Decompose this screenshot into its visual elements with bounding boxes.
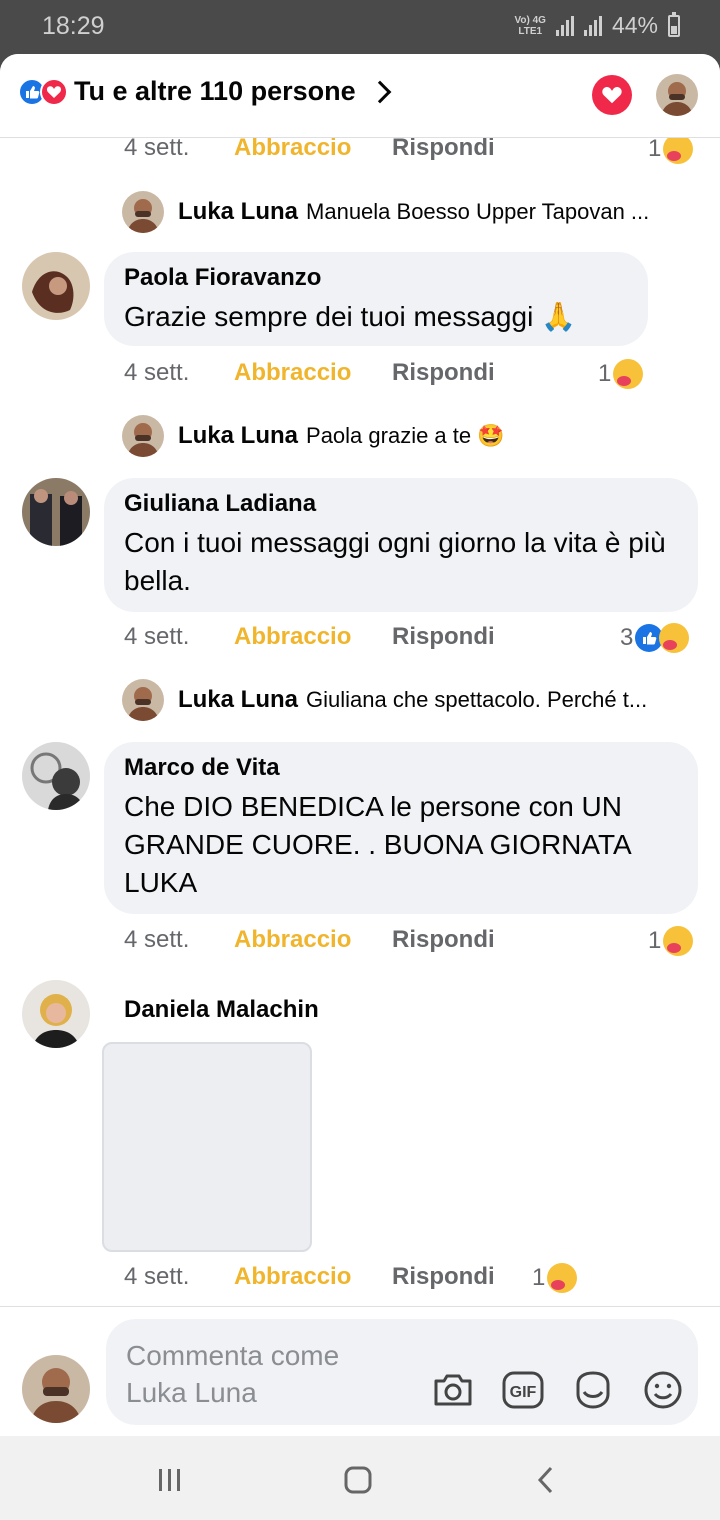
home-icon (344, 1466, 372, 1494)
reply-author: Luka Luna (178, 686, 299, 713)
status-bar: 18:29 Vo) 4G LTE1 44% (0, 0, 720, 54)
reply-text: Giuliana che spettacolo. Perché t... (306, 687, 648, 712)
comment-time: 4 sett. (124, 1263, 190, 1290)
hug-button[interactable]: Abbraccio (234, 926, 351, 954)
hug-button[interactable]: Abbraccio (234, 623, 351, 651)
screen: 18:29 Vo) 4G LTE1 44% Tu e altre 110 per… (0, 0, 720, 1520)
profile-avatar[interactable] (656, 74, 698, 116)
comment-meta-row: 4 sett. Abbraccio Rispondi 3 (0, 619, 720, 659)
reply-button[interactable]: Rispondi (392, 623, 495, 651)
back-button[interactable] (526, 1462, 566, 1498)
comment-bubble[interactable]: Giuliana Ladiana Con i tuoi messaggi ogn… (104, 478, 698, 612)
comment-author[interactable]: Marco de Vita (124, 754, 678, 782)
reactions-summary-text: Tu e altre 110 persone (74, 76, 356, 106)
status-time: 18:29 (42, 12, 105, 40)
comment-bubble[interactable]: Paola Fioravanzo Grazie sempre dei tuoi … (104, 252, 648, 346)
comment-composer: Commenta come Luka Luna GIF (0, 1306, 720, 1436)
sticker-icon[interactable] (572, 1369, 614, 1411)
reply-text: Paola grazie a te 🤩 (306, 423, 505, 448)
comment-meta-row: 4 sett. Abbraccio Rispondi 1 (0, 1259, 720, 1299)
comment-meta-row: 4 sett. Abbraccio Rispondi 1 (0, 922, 720, 962)
comment-author[interactable]: Giuliana Ladiana (124, 490, 678, 518)
reaction-count-value: 1 (648, 927, 662, 954)
love-icon (40, 77, 68, 106)
avatar (22, 1355, 90, 1423)
reply-text: Manuela Boesso Upper Tapovan ... (306, 199, 650, 224)
reply-preview[interactable]: Luka Luna Giuliana che spettacolo. Perch… (122, 678, 702, 722)
comment-bubble[interactable]: Marco de Vita Che DIO BENEDICA le person… (104, 742, 698, 914)
recent-apps-icon (159, 1469, 180, 1491)
system-nav-bar (0, 1436, 720, 1520)
hug-emoji-icon (663, 926, 694, 956)
reaction-count[interactable]: 1 (648, 134, 694, 164)
comment-text: Con i tuoi messaggi ogni giorno la vita … (124, 527, 666, 596)
hug-emoji-icon (659, 623, 690, 653)
battery-icon (668, 11, 680, 37)
heart-icon (602, 87, 622, 104)
gif-icon[interactable]: GIF (502, 1369, 544, 1411)
hug-emoji-icon (663, 134, 694, 164)
hug-emoji-icon (613, 359, 644, 389)
sheet-header: Tu e altre 110 persone (0, 54, 720, 138)
camera-icon[interactable] (432, 1369, 474, 1411)
reply-button[interactable]: Rispondi (392, 926, 495, 954)
comment-text: Grazie sempre dei tuoi messaggi 🙏 (124, 301, 576, 332)
comments-list: 4 sett. Abbraccio Rispondi 1 Luka Luna M… (0, 134, 720, 1308)
reply-preview[interactable]: Luka Luna Paola grazie a te 🤩 (122, 414, 702, 458)
comment-text: Che DIO BENEDICA le persone con UN GRAND… (124, 791, 631, 898)
reaction-count-value: 1 (598, 360, 612, 387)
composer-actions: GIF (432, 1369, 684, 1411)
avatar (122, 679, 164, 721)
home-button[interactable] (338, 1462, 378, 1498)
reaction-count-value: 1 (648, 135, 662, 162)
status-indicators: Vo) 4G LTE1 44% (514, 11, 680, 39)
comment-author[interactable]: Daniela Malachin (124, 996, 319, 1024)
back-icon (537, 1466, 553, 1494)
avatar[interactable] (22, 252, 90, 320)
comment-input-placeholder: Commenta come Luka Luna (126, 1340, 340, 1408)
hug-emoji-icon (547, 1263, 578, 1293)
battery-percent: 44% (611, 12, 658, 38)
network-label-top: Vo) 4G (514, 14, 546, 26)
avatar[interactable] (22, 742, 90, 810)
comment-time: 4 sett. (124, 359, 190, 386)
svg-text:GIF: GIF (510, 1384, 537, 1401)
comments-sheet: Tu e altre 110 persone 4 sett. Abbraccio… (0, 54, 720, 1436)
reply-preview[interactable]: Luka Luna Manuela Boesso Upper Tapovan .… (122, 190, 702, 234)
reactions-summary[interactable]: Tu e altre 110 persone (18, 76, 391, 107)
heart-button[interactable] (592, 75, 632, 115)
avatar (122, 415, 164, 457)
reaction-count[interactable]: 3 (620, 623, 690, 653)
reply-button[interactable]: Rispondi (392, 1263, 495, 1291)
signal-icon (555, 15, 574, 36)
reaction-count[interactable]: 1 (532, 1263, 578, 1293)
signal-icon-2 (583, 15, 602, 36)
reaction-count-value: 3 (620, 624, 634, 651)
hug-button[interactable]: Abbraccio (234, 1263, 351, 1291)
chevron-right-icon (368, 80, 391, 103)
comment-meta-row: 4 sett. Abbraccio Rispondi 1 (0, 355, 720, 395)
comment-time: 4 sett. (124, 926, 190, 953)
recent-apps-button[interactable] (150, 1462, 190, 1498)
reply-author: Luka Luna (178, 198, 299, 225)
comment-author[interactable]: Paola Fioravanzo (124, 264, 628, 292)
hug-button[interactable]: Abbraccio (234, 134, 351, 162)
comment-time: 4 sett. (124, 623, 190, 650)
avatar[interactable] (22, 980, 90, 1048)
reply-button[interactable]: Rispondi (392, 359, 495, 387)
emoji-icon[interactable] (642, 1369, 684, 1411)
hug-button[interactable]: Abbraccio (234, 359, 351, 387)
comment-time: 4 sett. (124, 134, 190, 161)
comment-input[interactable]: Commenta come Luka Luna GIF (106, 1319, 698, 1425)
comment-image[interactable] (102, 1042, 312, 1252)
reply-author: Luka Luna (178, 422, 299, 449)
network-label-bottom: LTE1 (518, 25, 543, 37)
reaction-count[interactable]: 1 (648, 926, 694, 956)
avatar (122, 191, 164, 233)
reaction-count[interactable]: 1 (598, 359, 644, 389)
reaction-count-value: 1 (532, 1264, 546, 1291)
reply-button[interactable]: Rispondi (392, 134, 495, 162)
network-indicator: Vo) 4G LTE1 (514, 15, 545, 37)
avatar[interactable] (22, 478, 90, 546)
